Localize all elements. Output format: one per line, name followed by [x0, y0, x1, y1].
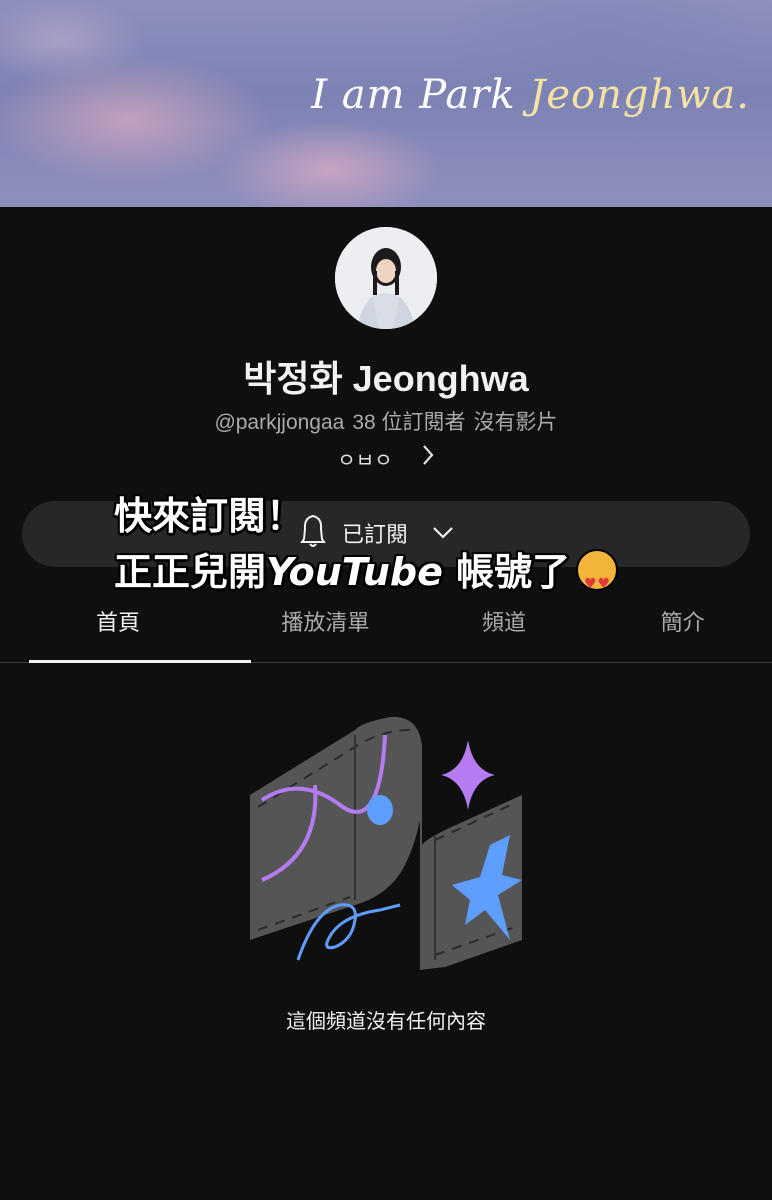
overlay-line-2-suffix: 帳號了: [442, 550, 571, 594]
story-overlay-text: 快來訂閱！ 正正兒開YouTube 帳號了: [114, 488, 619, 612]
tab-about-label: 簡介: [660, 611, 705, 636]
chevron-right-icon: [421, 444, 435, 472]
tab-channels-label: 頻道: [482, 611, 527, 636]
tab-playlists-label: 播放清單: [281, 611, 370, 636]
channel-banner: I am Park Jeonghwa.: [0, 0, 772, 207]
channel-tabs: 首頁 播放清單 頻道 簡介: [0, 600, 772, 663]
overlay-brand: YouTube: [266, 550, 443, 594]
heart-eyes-cat-icon: [576, 549, 619, 612]
subscriber-count: 38 位訂閱者: [352, 411, 466, 434]
banner-text-part2: Jeonghwa.: [529, 72, 750, 118]
avatar-photo: [335, 227, 437, 329]
channel-name: 박정화 Jeonghwa: [243, 358, 529, 399]
description-text: ㅇㅂㅇ: [337, 447, 393, 472]
channel-description-link[interactable]: ㅇㅂㅇ: [0, 442, 772, 474]
banner-text-part1: I am Park: [311, 72, 530, 118]
tab-home-label: 首頁: [95, 611, 140, 636]
empty-channel-illustration: [250, 716, 522, 970]
avatar[interactable]: [335, 227, 437, 329]
tab-channels[interactable]: 頻道: [415, 600, 594, 662]
tab-home[interactable]: 首頁: [0, 600, 251, 663]
banner-title: I am Park Jeonghwa.: [311, 72, 750, 118]
overlay-line-1: 快來訂閱！: [114, 494, 305, 538]
overlay-line-2-prefix: 正正兒開: [114, 550, 267, 594]
tab-about[interactable]: 簡介: [593, 600, 772, 662]
channel-meta: @parkjjongaa 38 位訂閱者 沒有影片: [0, 406, 772, 436]
overlay-line-2: 正正兒開YouTube 帳號了: [114, 544, 619, 612]
channel-handle: @parkjjongaa: [214, 411, 345, 434]
empty-state-message: 這個頻道沒有任何內容: [286, 1009, 486, 1033]
tab-playlists[interactable]: 播放清單: [236, 600, 415, 662]
video-count: 沒有影片: [473, 411, 558, 434]
